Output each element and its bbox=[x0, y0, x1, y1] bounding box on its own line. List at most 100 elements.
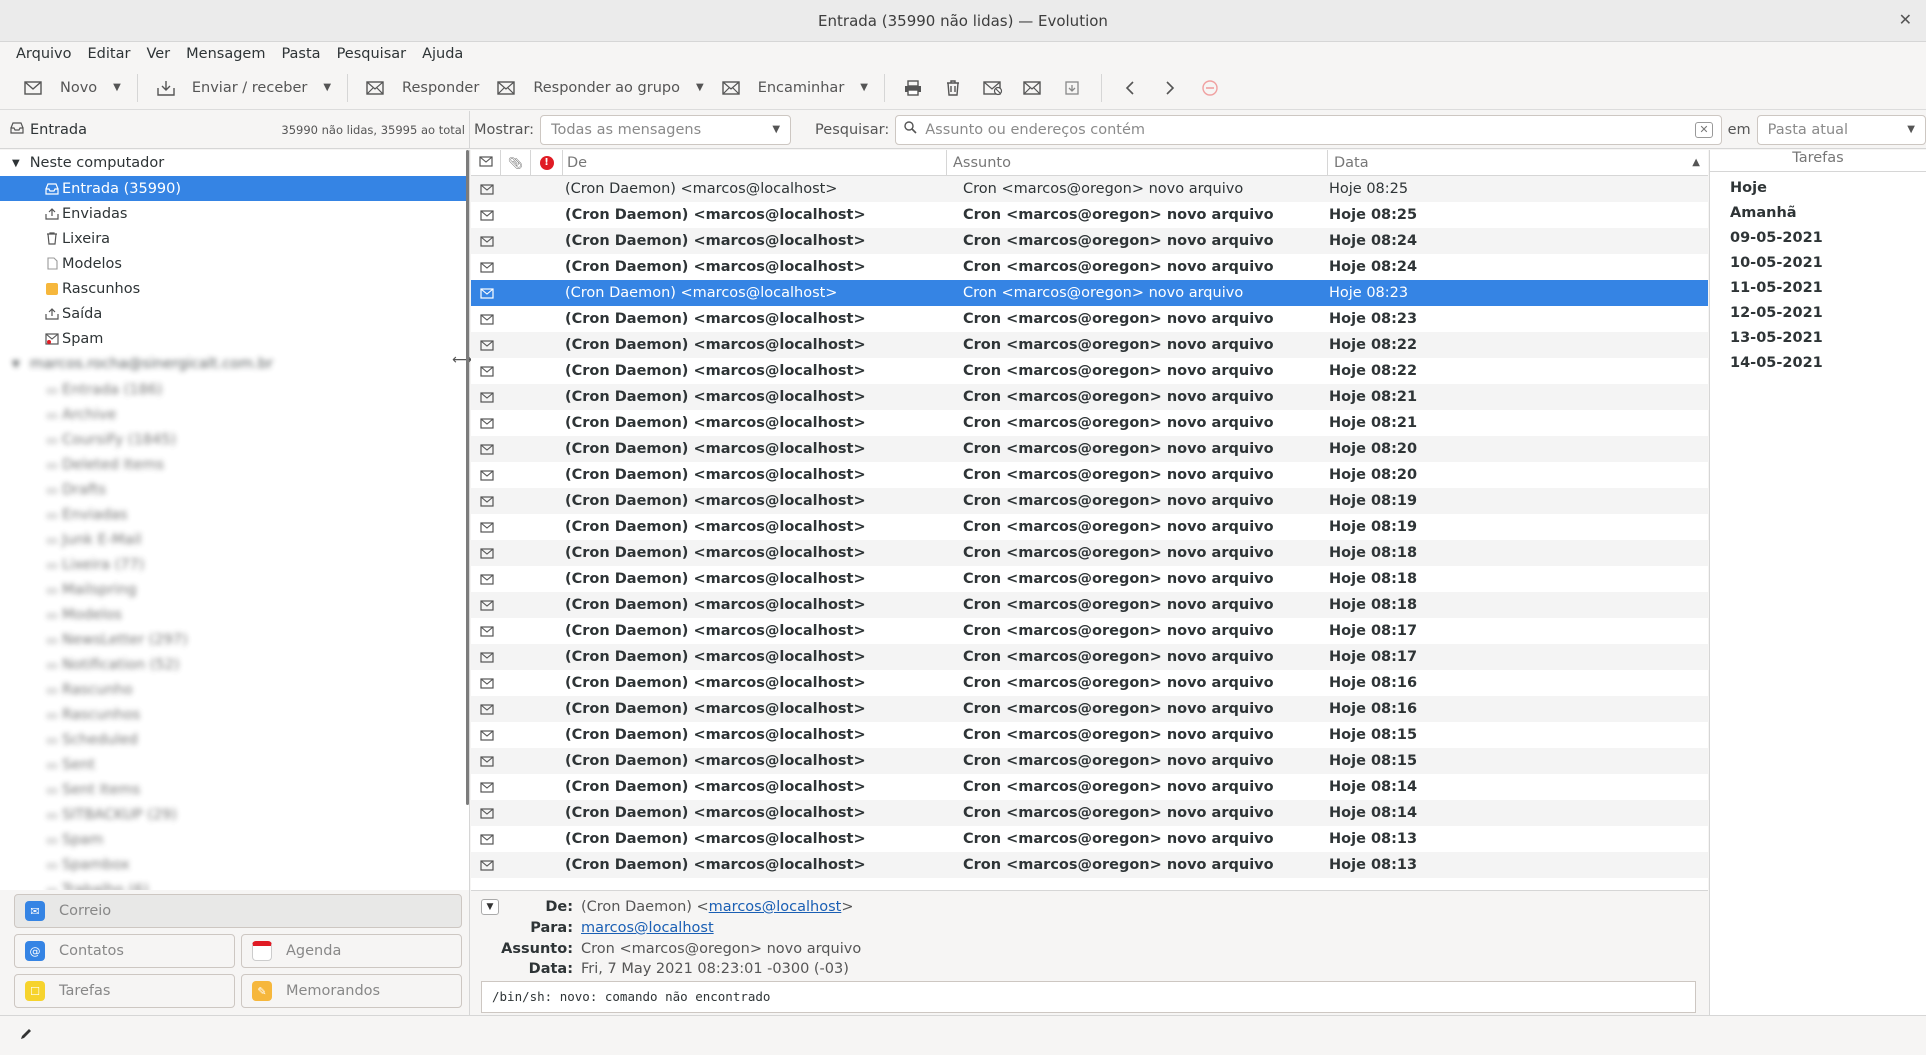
column-attachment[interactable]: 📎︎ bbox=[501, 150, 531, 176]
envelope-icon[interactable] bbox=[471, 729, 503, 741]
remote-folder[interactable]: ▭ Spam bbox=[0, 827, 469, 852]
remote-folder[interactable]: ▭ Archive bbox=[0, 402, 469, 427]
task-group[interactable]: 11-05-2021 bbox=[1710, 275, 1926, 300]
task-group[interactable]: 13-05-2021 bbox=[1710, 325, 1926, 350]
column-date[interactable]: Data bbox=[1328, 150, 1708, 176]
envelope-icon[interactable] bbox=[471, 235, 503, 247]
column-importance[interactable]: ! bbox=[531, 150, 563, 176]
remote-folder[interactable]: ▭ Drafts bbox=[0, 477, 469, 502]
folder-spam[interactable]: Spam bbox=[0, 326, 469, 351]
folder-outbox[interactable]: Saída bbox=[0, 301, 469, 326]
chevron-down-icon[interactable]: ▼ bbox=[323, 82, 331, 93]
envelope-icon[interactable] bbox=[471, 755, 503, 767]
remote-folder[interactable]: ▭ Enviadas bbox=[0, 502, 469, 527]
column-subject[interactable]: Assunto bbox=[947, 150, 1328, 176]
table-row[interactable]: (Cron Daemon) <marcos@localhost> Cron <ma… bbox=[471, 748, 1708, 774]
chevron-down-icon[interactable]: ▼ bbox=[860, 82, 868, 93]
clear-icon[interactable]: ✕ bbox=[1695, 121, 1713, 138]
envelope-icon[interactable] bbox=[471, 859, 503, 871]
table-row[interactable]: (Cron Daemon) <marcos@localhost> Cron <ma… bbox=[471, 358, 1708, 384]
envelope-icon[interactable] bbox=[471, 209, 503, 221]
envelope-icon[interactable] bbox=[471, 625, 503, 637]
envelope-icon[interactable] bbox=[471, 651, 503, 663]
stop-button[interactable] bbox=[1190, 70, 1230, 106]
folder-inbox[interactable]: Entrada (35990) bbox=[0, 176, 469, 201]
task-group[interactable]: 09-05-2021 bbox=[1710, 225, 1926, 250]
remote-folder[interactable]: ▭ Modelos bbox=[0, 602, 469, 627]
menu-pesquisar[interactable]: Pesquisar bbox=[329, 46, 415, 62]
pane-resize-icon[interactable]: ⟷ bbox=[452, 352, 472, 368]
show-filter-combo[interactable]: Todas as mensagens ▼ bbox=[540, 114, 792, 145]
menu-pasta[interactable]: Pasta bbox=[273, 46, 328, 62]
folder-trash[interactable]: Lixeira bbox=[0, 226, 469, 251]
sidebar-scrollbar[interactable] bbox=[466, 150, 469, 805]
envelope-icon[interactable] bbox=[471, 365, 503, 377]
envelope-icon[interactable] bbox=[471, 781, 503, 793]
table-row[interactable]: (Cron Daemon) <marcos@localhost> Cron <ma… bbox=[471, 618, 1708, 644]
remote-folder[interactable]: ▭ Mailspring bbox=[0, 577, 469, 602]
table-row[interactable]: (Cron Daemon) <marcos@localhost> Cron <ma… bbox=[471, 410, 1708, 436]
table-row[interactable]: (Cron Daemon) <marcos@localhost> Cron <ma… bbox=[471, 774, 1708, 800]
table-row[interactable]: (Cron Daemon) <marcos@localhost> Cron <ma… bbox=[471, 176, 1708, 202]
junk-button[interactable] bbox=[973, 70, 1013, 106]
mail-switch-button[interactable]: ✉ Correio bbox=[14, 894, 462, 928]
contacts-switch-button[interactable]: @ Contatos bbox=[14, 934, 235, 968]
calendar-switch-button[interactable]: Agenda bbox=[241, 934, 462, 968]
task-group[interactable]: 12-05-2021 bbox=[1710, 300, 1926, 325]
table-row[interactable]: (Cron Daemon) <marcos@localhost> Cron <ma… bbox=[471, 852, 1708, 878]
remote-folder[interactable]: ▭ Rascunho bbox=[0, 677, 469, 702]
chevron-down-icon[interactable]: ▼ bbox=[113, 82, 121, 93]
chevron-down-icon[interactable]: ▼ bbox=[696, 82, 704, 93]
remote-folder[interactable]: ▭ Sent Items bbox=[0, 777, 469, 802]
menu-editar[interactable]: Editar bbox=[80, 46, 139, 62]
task-group[interactable]: 14-05-2021 bbox=[1710, 350, 1926, 375]
envelope-icon[interactable] bbox=[471, 807, 503, 819]
table-row[interactable]: (Cron Daemon) <marcos@localhost> Cron <ma… bbox=[471, 644, 1708, 670]
table-row[interactable]: (Cron Daemon) <marcos@localhost> Cron <ma… bbox=[471, 826, 1708, 852]
remote-folder[interactable]: ▭ CoursiFy (1845) bbox=[0, 427, 469, 452]
next-button[interactable] bbox=[1150, 70, 1190, 106]
envelope-icon[interactable] bbox=[471, 469, 503, 481]
envelope-icon[interactable] bbox=[471, 677, 503, 689]
search-input[interactable] bbox=[925, 121, 1706, 138]
envelope-icon[interactable] bbox=[471, 521, 503, 533]
table-row[interactable]: (Cron Daemon) <marcos@localhost> Cron <ma… bbox=[471, 722, 1708, 748]
table-row[interactable]: (Cron Daemon) <marcos@localhost> Cron <ma… bbox=[471, 696, 1708, 722]
from-email-link[interactable]: marcos@localhost bbox=[709, 899, 842, 915]
menu-ver[interactable]: Ver bbox=[138, 46, 178, 62]
remote-folder[interactable]: ▭ Notification (52) bbox=[0, 652, 469, 677]
table-row[interactable]: (Cron Daemon) <marcos@localhost> Cron <ma… bbox=[471, 462, 1708, 488]
table-row[interactable]: (Cron Daemon) <marcos@localhost> Cron <ma… bbox=[471, 488, 1708, 514]
remote-account-root[interactable]: ▼ marcos.rocha@sinergicalt.com.br bbox=[0, 351, 469, 377]
remote-folder[interactable]: ▭ Junk E-Mail bbox=[0, 527, 469, 552]
envelope-icon[interactable] bbox=[471, 443, 503, 455]
envelope-icon[interactable] bbox=[471, 547, 503, 559]
table-row[interactable]: (Cron Daemon) <marcos@localhost> Cron <ma… bbox=[471, 592, 1708, 618]
remote-folder[interactable]: ▭ Rascunhos bbox=[0, 702, 469, 727]
menu-mensagem[interactable]: Mensagem bbox=[178, 46, 273, 62]
remote-folder[interactable]: ▭ SITBACKUP (29) bbox=[0, 802, 469, 827]
envelope-icon[interactable] bbox=[471, 391, 503, 403]
menu-ajuda[interactable]: Ajuda bbox=[414, 46, 471, 62]
not-junk-button[interactable] bbox=[1013, 70, 1053, 106]
envelope-icon[interactable] bbox=[471, 703, 503, 715]
memos-switch-button[interactable]: ✎ Memorandos bbox=[241, 974, 462, 1008]
remote-folder[interactable]: ▭ Lixeira (77) bbox=[0, 552, 469, 577]
delete-button[interactable] bbox=[933, 70, 973, 106]
table-row[interactable]: (Cron Daemon) <marcos@localhost> Cron <ma… bbox=[471, 254, 1708, 280]
remote-folder[interactable]: ▭ NewsLetter (297) bbox=[0, 627, 469, 652]
chevron-down-icon[interactable]: ▼ bbox=[12, 158, 20, 169]
remote-folder[interactable]: ▭ Spambox bbox=[0, 852, 469, 877]
table-row[interactable]: (Cron Daemon) <marcos@localhost> Cron <ma… bbox=[471, 202, 1708, 228]
table-row[interactable]: (Cron Daemon) <marcos@localhost> Cron <ma… bbox=[471, 228, 1708, 254]
tasks-switch-button[interactable]: ☐ Tarefas bbox=[14, 974, 235, 1008]
search-scope-combo[interactable]: Pasta atual ▼ bbox=[1756, 114, 1926, 145]
envelope-icon[interactable] bbox=[471, 313, 503, 325]
task-group[interactable]: 10-05-2021 bbox=[1710, 250, 1926, 275]
table-row[interactable]: (Cron Daemon) <marcos@localhost> Cron <ma… bbox=[471, 384, 1708, 410]
table-row[interactable]: (Cron Daemon) <marcos@localhost> Cron <ma… bbox=[471, 306, 1708, 332]
remote-folder[interactable]: ▭ Trabalho (6) bbox=[0, 877, 469, 891]
forward-button[interactable]: Encaminhar ▼ bbox=[712, 70, 876, 106]
reply-group-button[interactable]: Responder ao grupo ▼ bbox=[487, 70, 711, 106]
envelope-icon[interactable] bbox=[471, 261, 503, 273]
